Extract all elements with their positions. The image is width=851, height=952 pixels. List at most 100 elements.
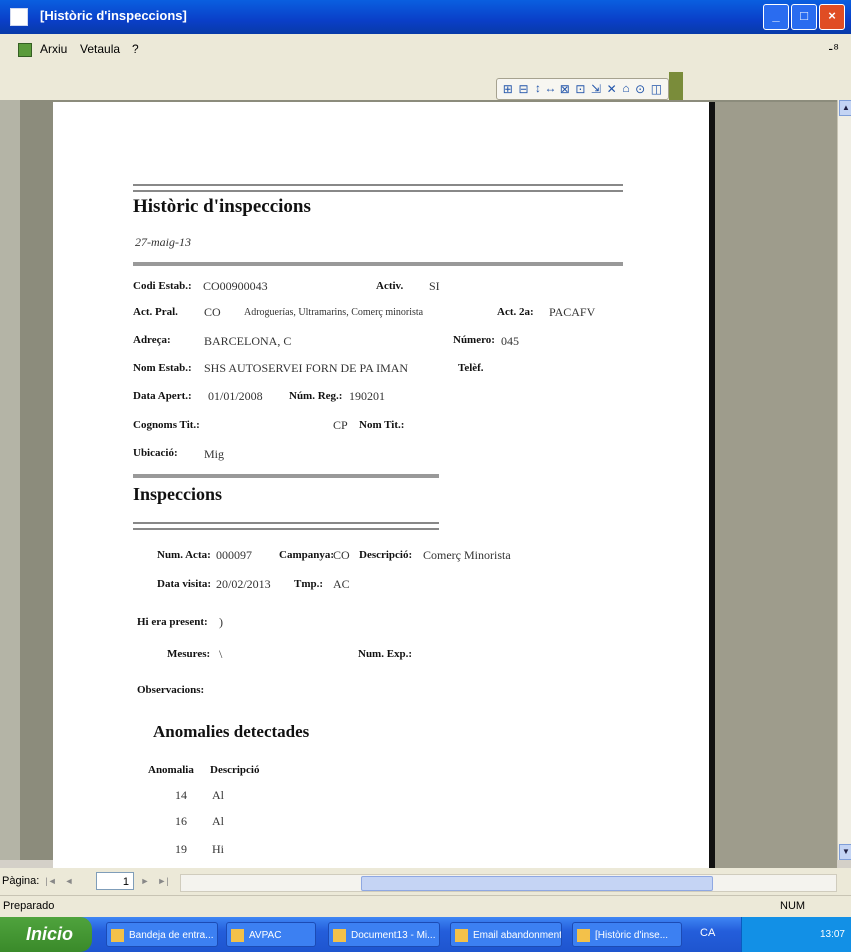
anomaly-description: Al xyxy=(212,814,224,828)
act-pral-label: Act. Pral. xyxy=(133,306,178,318)
menu-arxiu[interactable]: Arxiu xyxy=(40,42,67,56)
num-acta-label: Num. Acta: xyxy=(157,549,211,561)
page-edge xyxy=(709,102,715,868)
anomalies-title: Anomalies detectades xyxy=(153,722,310,741)
taskbar-item[interactable]: Email abandonment... xyxy=(450,922,562,947)
report-title: Històric d'inspeccions xyxy=(133,196,311,217)
restore-document-button[interactable]: -⁸ xyxy=(828,40,839,56)
fields-rule xyxy=(133,262,623,266)
activ-value: SI xyxy=(429,279,440,293)
header-rule-top xyxy=(133,184,623,186)
document-icon xyxy=(18,43,32,57)
next-page-button[interactable]: ► xyxy=(138,874,152,888)
data-apert-label: Data Apert.: xyxy=(133,390,192,402)
act-2a-value: PACAFV xyxy=(549,305,596,319)
horizontal-scrollbar[interactable] xyxy=(180,874,837,892)
ubicacio-label: Ubicació: xyxy=(133,447,178,459)
close-button[interactable]: × xyxy=(819,4,845,30)
toolbar-grip xyxy=(669,72,683,100)
observacions-label: Observacions: xyxy=(137,684,205,696)
num-reg-label: Núm. Reg.: xyxy=(289,390,343,402)
scroll-up-icon[interactable]: ▲ xyxy=(839,100,851,116)
vertical-scrollbar[interactable]: ▲ ▼ xyxy=(837,100,851,860)
data-visita-label: Data visita: xyxy=(157,578,212,590)
taskbar-item[interactable]: AVPAC xyxy=(226,922,316,947)
ubicacio-value: Mig xyxy=(204,447,225,461)
language-indicator[interactable]: CA xyxy=(700,927,715,939)
activ-label: Activ. xyxy=(376,280,404,292)
app-icon xyxy=(10,8,28,26)
header-rule-bottom xyxy=(133,190,623,192)
num-reg-value: 190201 xyxy=(349,389,385,403)
maximize-button[interactable]: □ xyxy=(791,4,817,30)
toolbar-button-6[interactable]: ⊡ xyxy=(575,82,585,97)
menu-help[interactable]: ? xyxy=(132,42,139,56)
data-visita-value: 20/02/2013 xyxy=(216,577,271,591)
inspeccions-rule-a xyxy=(133,522,439,524)
toolbar-button-3[interactable]: ↕ xyxy=(534,82,541,96)
toolbar-button-4[interactable]: ↔ xyxy=(547,82,554,96)
campanya-label: Campanya: xyxy=(279,549,335,561)
print-preview-toolbar: ⊞ ⊟ ↕ ↔ ⊠ ⊡ ⇲ ✕ ⌂ ⊙ ◫ xyxy=(496,78,669,100)
toolbar-button-2[interactable]: ⊟ xyxy=(518,82,528,97)
toolbar-button-9[interactable]: ⌂ xyxy=(622,82,629,96)
codi-value: CO00900043 xyxy=(203,279,268,293)
adreca-value: BARCELONA, C xyxy=(204,334,292,348)
inspeccions-rule-b xyxy=(133,528,439,530)
app-icon xyxy=(231,929,244,942)
num-lock-indicator: NUM xyxy=(780,900,806,912)
status-bar: Preparado NUM xyxy=(0,895,851,918)
act-pral-value: CO xyxy=(204,305,221,319)
anomalia-column-header: Anomalia xyxy=(148,764,194,776)
taskbar-item[interactable]: [Històric d'inse... xyxy=(572,922,682,947)
page-label: Pàgina: xyxy=(2,875,40,887)
nom-estab-value: SHS AUTOSERVEI FORN DE PA IMAN xyxy=(204,361,409,375)
report-date: 27-maig-13 xyxy=(135,235,191,249)
taskbar-item[interactable]: Bandeja de entra... xyxy=(106,922,218,947)
prev-page-button[interactable]: ◄ xyxy=(62,874,76,888)
scroll-down-icon[interactable]: ▼ xyxy=(839,844,851,860)
telef-label: Telèf. xyxy=(458,362,484,374)
toolbar-button-5[interactable]: ⊠ xyxy=(560,82,570,97)
descripcio-column-header: Descripció xyxy=(210,764,260,776)
taskbar-item[interactable]: Document13 - Mi... xyxy=(328,922,440,947)
anomaly-code: 19 xyxy=(175,842,187,856)
mesures-value: \ xyxy=(219,647,223,661)
act-2a-label: Act. 2a: xyxy=(497,306,534,318)
horizontal-scroll-thumb[interactable] xyxy=(361,876,713,891)
menu-vetaula[interactable]: Vetaula xyxy=(80,42,120,56)
task-label: AVPAC xyxy=(249,930,282,941)
toolbar-button-11[interactable]: ◫ xyxy=(651,82,662,97)
task-label: Document13 - Mi... xyxy=(351,930,436,941)
first-page-button[interactable]: |◄ xyxy=(44,874,58,888)
window-title: [Històric d'inspeccions] xyxy=(40,8,187,23)
word-icon xyxy=(333,929,346,942)
window-controls: _ □ × xyxy=(763,4,845,30)
toolbar-button-10[interactable]: ⊙ xyxy=(635,82,645,97)
minimize-button[interactable]: _ xyxy=(763,4,789,30)
anomaly-description: Al xyxy=(212,788,224,802)
inspeccions-title: Inspeccions xyxy=(133,484,223,504)
numero-value: 045 xyxy=(501,334,519,348)
nom-tit-label: Nom Tit.: xyxy=(359,419,405,431)
page-number-input[interactable]: 1 xyxy=(96,872,134,890)
window-icon xyxy=(577,929,590,942)
toolbar-button-1[interactable]: ⊞ xyxy=(503,82,513,97)
right-margin xyxy=(715,102,837,868)
anomaly-code: 14 xyxy=(175,788,187,802)
task-label: Bandeja de entra... xyxy=(129,930,214,941)
page-navigation-bar: Pàgina: |◄ ◄ 1 ► ►| xyxy=(0,868,851,895)
hi-era-present-label: Hi era present: xyxy=(137,616,208,628)
toolbar-button-7[interactable]: ⇲ xyxy=(591,82,601,97)
toolbar-button-8[interactable]: ✕ xyxy=(607,82,617,97)
tmp-label: Tmp.: xyxy=(294,578,324,590)
codi-label: Codi Estab.: xyxy=(133,280,192,292)
inspeccions-rule-top xyxy=(133,474,439,478)
start-button[interactable]: Inicio xyxy=(0,917,92,952)
anomaly-code: 16 xyxy=(175,814,187,828)
descripcio-label: Descripció: xyxy=(359,549,413,561)
last-page-button[interactable]: ►| xyxy=(156,874,170,888)
taskbar: Inicio Bandeja de entra... AVPAC Documen… xyxy=(0,917,851,952)
task-label: [Històric d'inse... xyxy=(595,930,669,941)
cognoms-tit-label: Cognoms Tit.: xyxy=(133,419,200,431)
